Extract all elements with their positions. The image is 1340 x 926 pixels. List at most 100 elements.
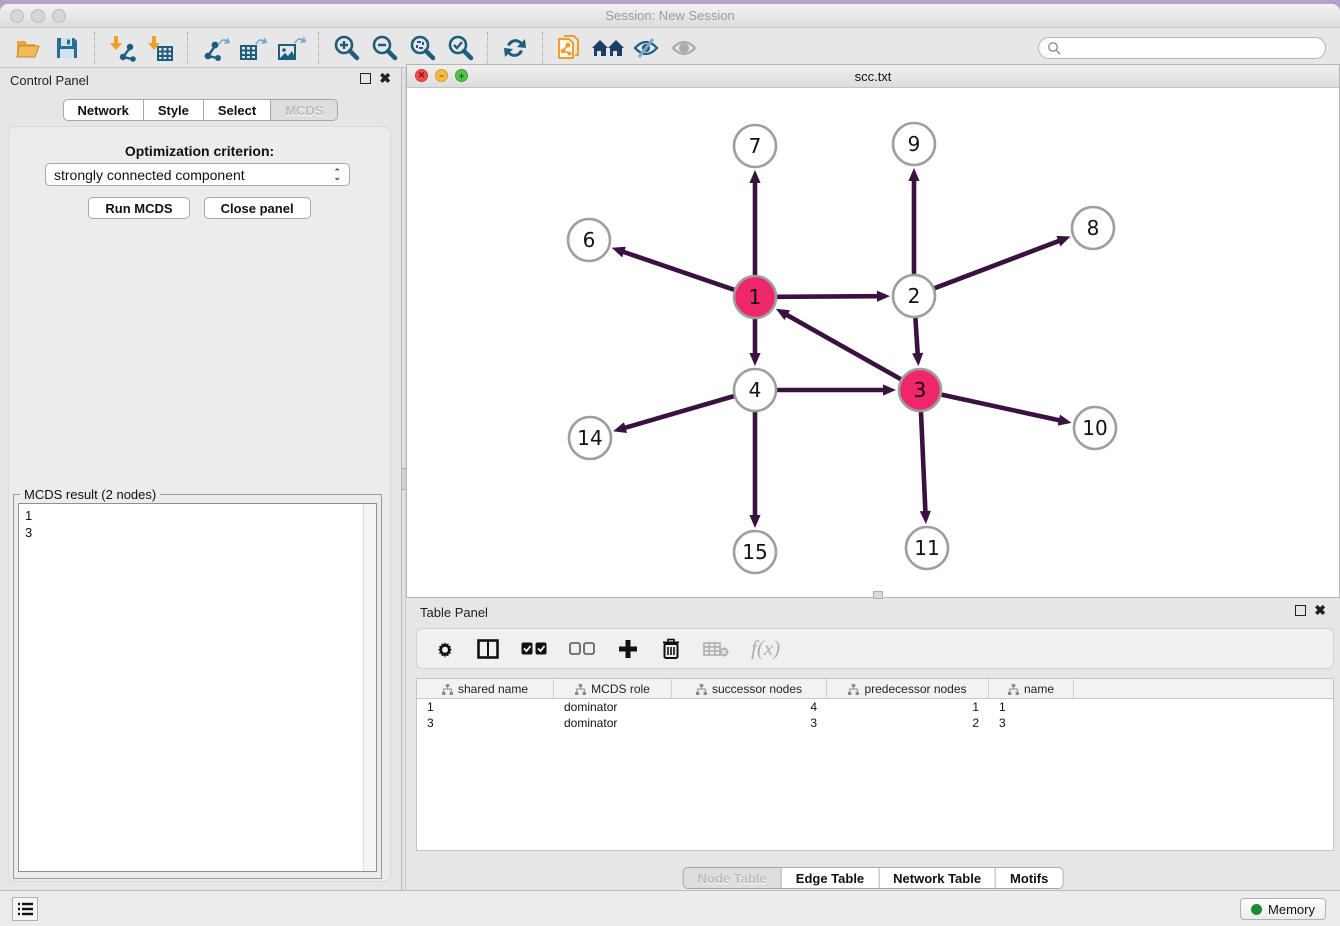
result-scrollbar[interactable] <box>363 504 376 871</box>
criterion-dropdown[interactable]: strongly connected component ⌃⌄ <box>45 163 350 186</box>
table-row[interactable]: 3dominator323 <box>417 715 1333 731</box>
graph-edge-arrowhead <box>1056 236 1070 246</box>
close-table-panel-icon[interactable]: ✖ <box>1314 605 1326 616</box>
optimization-criterion-label: Optimization criterion: <box>9 143 390 159</box>
main-toolbar <box>0 28 1340 68</box>
control-panel: Control Panel ✖ NetworkStyleSelectMCDS O… <box>0 68 401 890</box>
delete-column-button[interactable] <box>661 638 681 660</box>
close-panel-button[interactable]: Close panel <box>204 197 311 219</box>
search-field[interactable] <box>1038 37 1326 59</box>
graph-node-label-4: 4 <box>749 378 762 402</box>
tab-network-table[interactable]: Network Table <box>879 867 996 889</box>
column-header-successor-nodes[interactable]: successor nodes <box>672 679 827 699</box>
application-window: Session: New Session <box>0 4 1340 926</box>
hide-selected-button[interactable] <box>627 31 665 65</box>
save-icon <box>55 36 79 60</box>
zoom-fit-button[interactable] <box>403 31 441 65</box>
column-header-name[interactable]: name <box>989 679 1074 699</box>
table-options-button[interactable] <box>435 639 455 659</box>
control-panel-tabs: NetworkStyleSelectMCDS <box>63 99 339 121</box>
table-cell[interactable]: 4 <box>672 699 827 715</box>
import-table-icon <box>146 34 174 62</box>
criterion-value: strongly connected component <box>54 167 245 183</box>
table-cell[interactable]: 3 <box>989 715 1074 731</box>
select-all-button[interactable] <box>521 642 547 656</box>
graph-edge-2-8[interactable] <box>935 240 1061 288</box>
mcds-tab-content: Optimization criterion: strongly connect… <box>8 126 391 882</box>
graph-edge-1-2[interactable] <box>777 296 879 297</box>
table-cell[interactable]: 3 <box>672 715 827 731</box>
horizontal-splitter-grip[interactable] <box>873 591 883 599</box>
graph-edge-3-1[interactable] <box>785 314 900 379</box>
graph-edge-3-10[interactable] <box>941 395 1060 421</box>
splitter-grip[interactable] <box>402 468 405 490</box>
close-panel-icon[interactable]: ✖ <box>379 73 391 84</box>
network-window-titlebar[interactable]: ✕ − + scc.txt <box>407 65 1339 88</box>
show-columns-button[interactable] <box>477 639 499 659</box>
tab-style[interactable]: Style <box>144 99 204 121</box>
list-icon <box>17 902 33 916</box>
tab-edge-table[interactable]: Edge Table <box>782 867 879 889</box>
tab-node-table[interactable]: Node Table <box>683 867 782 889</box>
graph-node-label-10: 10 <box>1082 416 1107 440</box>
export-network-button[interactable] <box>196 31 234 65</box>
table-toolbar: f(x) <box>416 628 1334 669</box>
open-session-button[interactable] <box>10 31 48 65</box>
mcds-result-text[interactable]: 1 3 <box>18 503 377 872</box>
tab-network[interactable]: Network <box>63 99 144 121</box>
network-canvas[interactable]: 7968124314101511 <box>407 88 1339 597</box>
graph-edge-3-11[interactable] <box>921 412 925 513</box>
column-type-icon <box>696 684 707 695</box>
run-mcds-button[interactable]: Run MCDS <box>88 197 189 219</box>
float-panel-icon[interactable] <box>360 73 371 84</box>
toolbar-separator <box>187 32 188 64</box>
task-history-button[interactable] <box>12 897 38 921</box>
eye-icon <box>670 36 698 60</box>
graph-edge-4-14[interactable] <box>624 396 734 428</box>
graph-edge-2-3[interactable] <box>915 318 917 355</box>
zoom-in-button[interactable] <box>327 31 365 65</box>
search-input[interactable] <box>1061 41 1325 55</box>
tab-select[interactable]: Select <box>204 99 271 121</box>
memory-button[interactable]: Memory <box>1240 898 1326 920</box>
deselect-all-button[interactable] <box>569 642 595 656</box>
float-table-panel-icon[interactable] <box>1295 605 1306 616</box>
table-cell[interactable]: 1 <box>827 699 989 715</box>
duplicate-network-icon <box>556 33 584 63</box>
table-panel-tabs: Node TableEdge TableNetwork TableMotifs <box>683 867 1064 889</box>
graph-edge-arrowhead <box>883 384 896 395</box>
network-graph[interactable]: 7968124314101511 <box>407 88 1339 597</box>
first-neighbors-button[interactable] <box>589 31 627 65</box>
column-header-predecessor-nodes[interactable]: predecessor nodes <box>827 679 989 699</box>
unchecked-boxes-icon <box>569 642 595 656</box>
graph-edge-arrowhead <box>613 422 627 433</box>
import-network-button[interactable] <box>103 31 141 65</box>
table-cell[interactable]: dominator <box>554 715 672 731</box>
first-neighbors-icon <box>591 36 625 60</box>
table-cell[interactable]: dominator <box>554 699 672 715</box>
export-table-button[interactable] <box>234 31 272 65</box>
zoom-out-button[interactable] <box>365 31 403 65</box>
table-cell[interactable]: 3 <box>417 715 554 731</box>
graph-edge-1-6[interactable] <box>622 251 734 289</box>
export-image-button[interactable] <box>272 31 310 65</box>
graph-edge-arrowhead <box>877 291 890 302</box>
column-header-shared-name[interactable]: shared name <box>417 679 554 699</box>
column-header-MCDS-role[interactable]: MCDS role <box>554 679 672 699</box>
tab-mcds[interactable]: MCDS <box>271 99 338 121</box>
import-table-button[interactable] <box>141 31 179 65</box>
duplicate-network-button[interactable] <box>551 31 589 65</box>
table-row[interactable]: 1dominator411 <box>417 699 1333 715</box>
tab-motifs[interactable]: Motifs <box>996 867 1063 889</box>
table-cell[interactable]: 1 <box>417 699 554 715</box>
save-session-button[interactable] <box>48 31 86 65</box>
graph-edge-arrowhead <box>612 247 626 258</box>
graph-node-label-8: 8 <box>1087 216 1100 240</box>
graph-edge-arrowhead <box>749 515 760 528</box>
zoom-out-icon <box>370 34 398 62</box>
zoom-selected-button[interactable] <box>441 31 479 65</box>
table-cell[interactable]: 2 <box>827 715 989 731</box>
add-column-button[interactable] <box>617 638 639 660</box>
apply-layout-button[interactable] <box>496 31 534 65</box>
table-cell[interactable]: 1 <box>989 699 1074 715</box>
